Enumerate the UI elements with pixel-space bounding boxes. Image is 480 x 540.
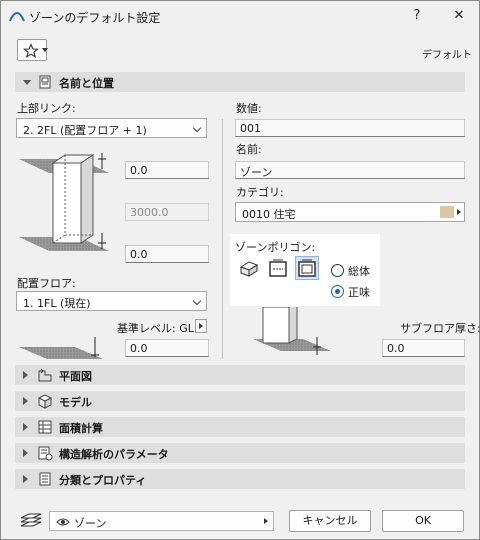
window-title: ゾーンのデフォルト設定	[29, 11, 161, 25]
app-icon	[9, 12, 25, 22]
section-label: 分類とプロパティ	[59, 474, 147, 487]
section-label: モデル	[59, 396, 92, 409]
chevron-right-icon	[23, 371, 28, 379]
top-link-value: 2. 2FL (配置フロア + 1)	[23, 124, 147, 137]
home-story-select[interactable]: 1. 1FL (現在)	[16, 291, 207, 311]
zone-polygon-label: ゾーンポリゴン:	[235, 241, 316, 254]
eye-icon	[56, 518, 70, 526]
layers-icon[interactable]	[19, 512, 43, 528]
top-link-label: 上部リンク:	[17, 102, 76, 115]
home-story-label: 配置フロア:	[17, 277, 76, 290]
section-classification-properties[interactable]: 分類とプロパティ	[15, 469, 465, 489]
subfloor-thickness-field[interactable]: 0.0	[382, 339, 465, 357]
default-label: デフォルト	[422, 50, 472, 61]
chevron-down-icon	[192, 296, 202, 306]
top-offset-field[interactable]: 0.0	[125, 161, 209, 179]
bottom-offset-field[interactable]: 0.0	[125, 245, 209, 263]
section-label: 面積計算	[59, 422, 103, 435]
category-color-swatch	[440, 206, 454, 218]
favorites-button[interactable]	[17, 39, 48, 61]
radio-gross[interactable]	[331, 264, 344, 277]
reference-level-field[interactable]: 0.0	[125, 339, 209, 357]
subfloor-label: サブフロア厚さ:	[400, 322, 480, 335]
cancel-button[interactable]: キャンセル	[289, 510, 371, 532]
radio-gross-label: 総体	[348, 265, 370, 278]
star-icon	[23, 43, 39, 59]
section-floor-plan[interactable]: 平面図	[15, 365, 465, 385]
column-divider	[222, 119, 223, 359]
section-label: 名前と位置	[59, 77, 114, 90]
polygon-net-button[interactable]	[295, 256, 319, 280]
zone-name-field[interactable]: ゾーン	[235, 161, 465, 179]
section-structural-analysis[interactable]: 構造解析のパラメータ	[15, 443, 465, 463]
chevron-right-icon	[23, 449, 28, 457]
chevron-right-icon	[199, 323, 203, 329]
zone-default-settings-dialog: ゾーンのデフォルト設定 ? ✕ デフォルト 名前と位置 上部リンク: 2. 2F…	[0, 0, 480, 540]
section-model[interactable]: モデル	[15, 391, 465, 411]
chevron-right-icon	[23, 475, 28, 483]
section-name-position[interactable]: 名前と位置	[15, 72, 465, 92]
zone-boundary-icon	[269, 259, 287, 277]
zone-number-field[interactable]: 001	[235, 119, 465, 137]
floor-plan-icon	[38, 368, 52, 382]
chevron-down-icon	[192, 123, 202, 133]
top-link-select[interactable]: 2. 2FL (配置フロア + 1)	[16, 118, 207, 138]
polygon-gross-3d-button[interactable]	[237, 256, 261, 280]
structural-analysis-icon	[38, 446, 53, 461]
name-label: 名前:	[236, 143, 262, 156]
classification-icon	[39, 472, 51, 486]
chevron-right-icon	[23, 397, 28, 405]
home-story-value: 1. 1FL (現在)	[23, 297, 91, 310]
section-label: 構造解析のパラメータ	[59, 448, 169, 461]
zone-height-diagram	[19, 153, 109, 251]
reference-level-diagram	[19, 337, 103, 359]
zone-net-boundary-icon	[298, 259, 316, 277]
chevron-right-icon	[264, 518, 268, 524]
chevron-down-icon	[42, 48, 48, 52]
help-button[interactable]: ?	[405, 5, 429, 27]
polygon-gross-button[interactable]	[266, 256, 290, 280]
reference-level-menu-button[interactable]	[195, 319, 207, 333]
zone-stamp-icon	[39, 75, 51, 89]
layer-value: ゾーン	[74, 517, 107, 530]
ok-button[interactable]: OK	[382, 510, 464, 532]
section-label: 平面図	[59, 370, 92, 383]
chevron-down-icon	[23, 80, 31, 85]
number-label: 数値:	[236, 102, 262, 115]
subfloor-diagram	[253, 307, 331, 355]
category-value: 0010 住宅	[242, 208, 296, 221]
section-area-calculation[interactable]: 面積計算	[15, 417, 465, 437]
close-button[interactable]: ✕	[447, 5, 471, 27]
height-field[interactable]: 3000.0	[125, 203, 209, 221]
reference-level-label: 基準レベル: GL	[117, 322, 194, 335]
layer-select[interactable]: ゾーン	[49, 511, 274, 531]
chevron-right-icon	[23, 423, 28, 431]
category-label: カテゴリ:	[236, 186, 284, 199]
chevron-right-icon	[457, 209, 461, 215]
radio-net-label: 正味	[348, 286, 370, 299]
title-bar: ゾーンのデフォルト設定 ? ✕	[1, 1, 479, 31]
category-select[interactable]: 0010 住宅	[235, 202, 465, 222]
radio-net[interactable]	[331, 285, 344, 298]
model-cube-icon	[37, 394, 53, 409]
zone-3d-icon	[239, 261, 259, 277]
area-calculation-icon	[38, 420, 52, 434]
